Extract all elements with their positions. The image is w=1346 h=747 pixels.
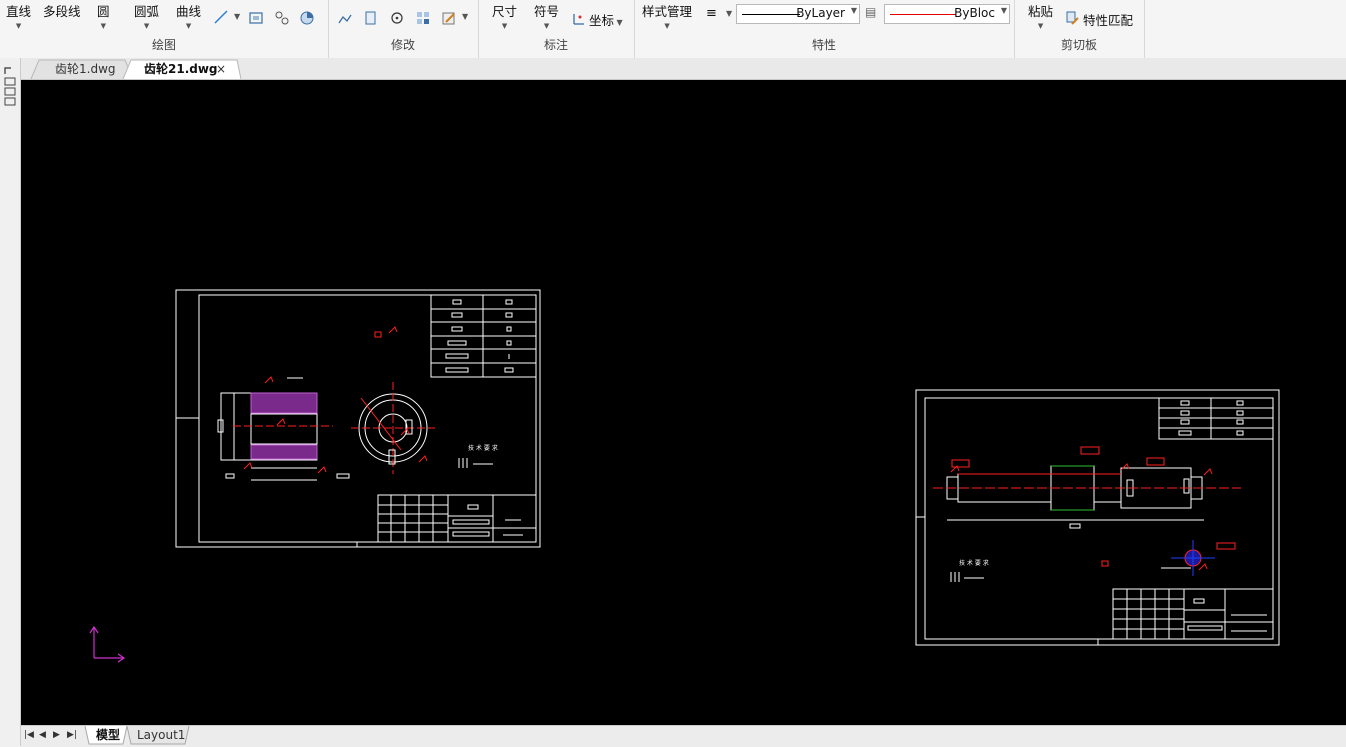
draw-group-label: 绘图 bbox=[151, 38, 176, 52]
tab-gear1-dwg[interactable]: 齿轮1.dwg bbox=[45, 60, 126, 78]
paste-button[interactable]: 粘贴 ▼ bbox=[1028, 1, 1053, 30]
prev-layout-icon[interactable]: ◀ bbox=[39, 730, 46, 740]
curve-button[interactable]: 曲线 ▼ bbox=[176, 1, 201, 30]
dimension-button[interactable]: 尺寸 ▼ bbox=[492, 1, 517, 30]
left-side-panel bbox=[0, 58, 21, 746]
copy-doc-icon[interactable] bbox=[364, 11, 378, 25]
linetype-select[interactable]: ByLayer ▼ bbox=[736, 4, 860, 24]
tab-gear21-dwg[interactable]: 齿轮21.dwg bbox=[134, 60, 228, 78]
match-properties-label: 特性匹配 bbox=[1083, 13, 1134, 28]
coordinate-button[interactable]: 坐标 ▼ bbox=[589, 10, 623, 29]
last-layout-icon[interactable]: ▶| bbox=[67, 730, 77, 740]
coordinate-icon bbox=[573, 14, 584, 25]
lineweight-dropdown[interactable]: ▼ bbox=[726, 9, 732, 18]
layer-icon[interactable]: ▤ bbox=[865, 5, 876, 19]
layout-tab-bar: |◀ ◀ ▶ ▶| 模型 Layout1 bbox=[21, 725, 1346, 747]
construction-line-icon[interactable] bbox=[214, 10, 228, 24]
hatch-icon[interactable] bbox=[300, 11, 314, 25]
lineweight-icon[interactable]: ≡ bbox=[706, 6, 717, 21]
tab-gear21-label: 齿轮21.dwg bbox=[144, 62, 218, 76]
tab-model-label: 模型 bbox=[96, 728, 121, 742]
chevron-down-icon: ▼ bbox=[1000, 6, 1007, 15]
linetype-value: ByLayer bbox=[796, 6, 845, 20]
region-icon[interactable] bbox=[275, 11, 289, 25]
array-icon[interactable] bbox=[416, 11, 430, 25]
arc-label: 圆弧 bbox=[134, 4, 160, 19]
side-panel-icons[interactable] bbox=[2, 64, 18, 108]
polyline-label: 多段线 bbox=[43, 4, 81, 19]
linetype-preview bbox=[742, 14, 800, 15]
circle-label: 圆 bbox=[97, 4, 110, 19]
edit-icon[interactable] bbox=[442, 11, 456, 25]
gear-note-text: 技 术 要 求 bbox=[468, 444, 498, 452]
edit-dropdown[interactable]: ▼ bbox=[462, 12, 468, 21]
next-layout-icon[interactable]: ▶ bbox=[53, 730, 60, 740]
match-properties-icon bbox=[1066, 11, 1079, 25]
line-label: 直线 bbox=[6, 4, 32, 19]
coordinate-label: 坐标 bbox=[589, 13, 615, 28]
properties-group: 样式管理 ▼ ≡ ▼ ByLayer ▼ ▤ ByBloc ▼ 特性 bbox=[634, 0, 1015, 58]
draw-group: 直线 ▼ 多段线 圆 ▼ 圆弧 ▼ 曲线 ▼ ▼ 绘图 bbox=[0, 0, 329, 58]
dimension-label: 尺寸 bbox=[492, 4, 518, 19]
paste-label: 粘贴 bbox=[1028, 4, 1054, 19]
annotate-group: 尺寸 ▼ 符号 ▼ 坐标 ▼ 标注 bbox=[478, 0, 635, 58]
close-icon[interactable]: × bbox=[216, 60, 226, 78]
rotate-icon[interactable] bbox=[390, 11, 404, 25]
stretch-icon[interactable] bbox=[338, 11, 352, 25]
style-manager-button[interactable]: 样式管理 ▼ bbox=[642, 1, 692, 30]
tab-layout1-label: Layout1 bbox=[137, 728, 186, 742]
color-select[interactable]: ByBloc ▼ bbox=[884, 4, 1010, 24]
circle-button[interactable]: 圆 ▼ bbox=[97, 1, 110, 30]
rectangle-icon[interactable] bbox=[249, 11, 263, 25]
ribbon: 直线 ▼ 多段线 圆 ▼ 圆弧 ▼ 曲线 ▼ ▼ 绘图 ▼ 修改 尺寸 ▼ 符号 ▼ 坐标 … bbox=[0, 0, 1346, 59]
polyline-button[interactable]: 多段线 bbox=[43, 1, 81, 20]
modify-group: ▼ 修改 bbox=[328, 0, 479, 58]
modify-group-label: 修改 bbox=[390, 38, 415, 52]
line-button[interactable]: 直线 ▼ bbox=[6, 1, 31, 30]
tab-gear1-label: 齿轮1.dwg bbox=[55, 62, 116, 76]
style-manager-label: 样式管理 bbox=[642, 4, 693, 19]
construction-line-dropdown[interactable]: ▼ bbox=[234, 12, 240, 21]
tab-model[interactable]: 模型 bbox=[90, 727, 126, 744]
symbol-button[interactable]: 符号 ▼ bbox=[534, 1, 559, 30]
clipboard-group: 粘贴 ▼ 特性匹配 剪切板 bbox=[1014, 0, 1145, 58]
color-value: ByBloc bbox=[954, 6, 995, 20]
annotate-group-label: 标注 bbox=[543, 38, 568, 52]
drawing-canvas[interactable]: 技 术 要 求 技 术 要 求 bbox=[21, 80, 1346, 725]
shaft-drawing-sheet bbox=[915, 389, 1280, 646]
symbol-label: 符号 bbox=[534, 4, 560, 19]
ucs-icon bbox=[89, 625, 126, 663]
color-preview bbox=[890, 14, 956, 15]
model-space-drawing[interactable]: 技 术 要 求 技 术 要 求 bbox=[21, 80, 1346, 725]
match-properties-button[interactable]: 特性匹配 bbox=[1083, 10, 1133, 29]
shaft-annotations bbox=[933, 446, 1241, 576]
clipboard-group-label: 剪切板 bbox=[1060, 38, 1097, 52]
chevron-down-icon: ▼ bbox=[850, 6, 857, 15]
curve-label: 曲线 bbox=[176, 4, 202, 19]
first-layout-icon[interactable]: |◀ bbox=[24, 730, 34, 740]
properties-group-label: 特性 bbox=[811, 38, 836, 52]
tab-layout1[interactable]: Layout1 bbox=[131, 727, 191, 744]
gear-drawing-sheet bbox=[175, 289, 541, 548]
document-tab-bar: 齿轮1.dwg 齿轮21.dwg × bbox=[21, 58, 1346, 80]
arc-button[interactable]: 圆弧 ▼ bbox=[134, 1, 159, 30]
shaft-note-text: 技 术 要 求 bbox=[959, 559, 989, 567]
